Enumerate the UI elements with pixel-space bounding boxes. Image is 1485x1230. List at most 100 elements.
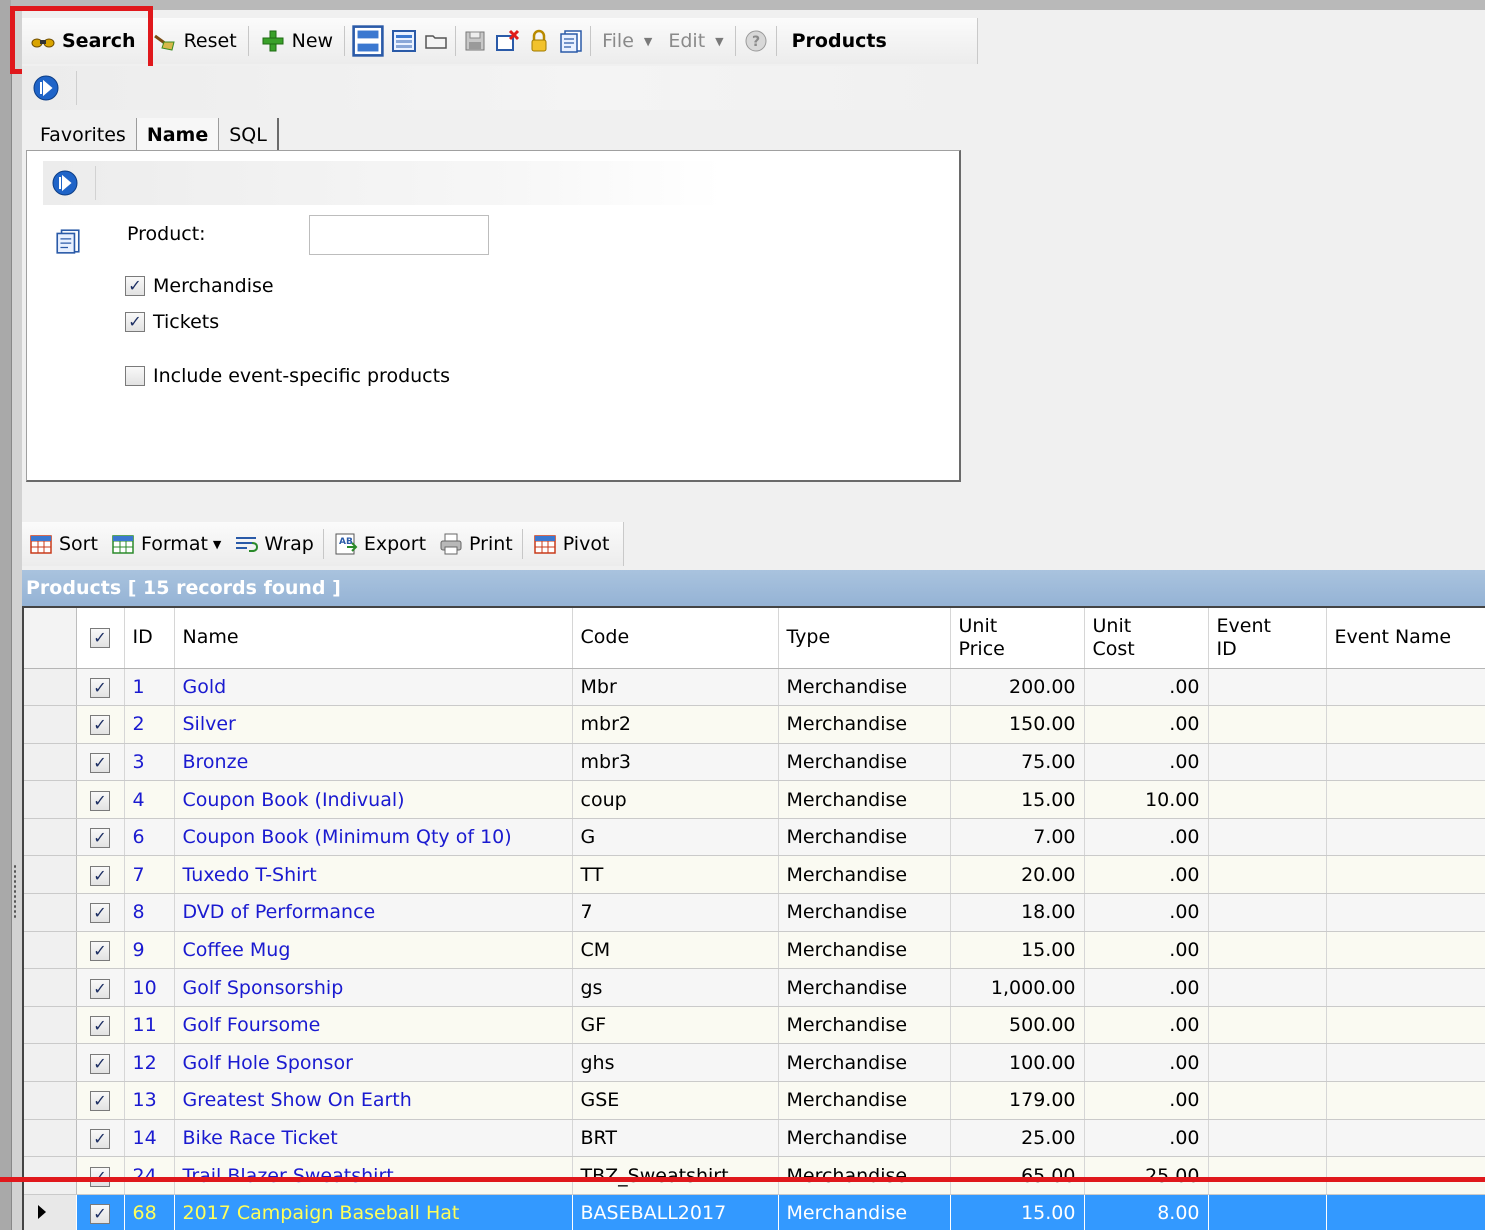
tab-name[interactable]: Name [136, 118, 220, 152]
row-selector[interactable] [24, 743, 77, 782]
row-selector[interactable] [24, 780, 77, 819]
cell-unit-price[interactable]: 75.00 [950, 743, 1085, 782]
product-name-link[interactable]: Golf Sponsorship [183, 977, 344, 999]
cell-event-name[interactable] [1326, 705, 1485, 744]
cell-unit-price[interactable]: 15.00 [950, 1194, 1085, 1230]
row-checkbox-cell[interactable]: ✓ [76, 893, 125, 932]
product-name-link[interactable]: DVD of Performance [183, 901, 376, 923]
new-button[interactable]: New [252, 21, 341, 61]
cell-name[interactable]: Golf Foursome [174, 1006, 573, 1045]
cell-event-id[interactable] [1208, 818, 1327, 857]
table-row[interactable]: ✓ 68 2017 Campaign Baseball Hat BASEBALL201… [24, 1194, 1485, 1230]
cell-event-name[interactable] [1326, 780, 1485, 819]
cell-event-id[interactable] [1208, 931, 1327, 970]
column-header-event-name[interactable]: Event Name [1326, 608, 1485, 669]
wrap-button[interactable]: Wrap [227, 524, 319, 564]
cell-code[interactable]: gs [572, 968, 779, 1007]
product-name-link[interactable]: Tuxedo T-Shirt [183, 864, 317, 886]
cell-name[interactable]: DVD of Performance [174, 893, 573, 932]
cell-event-name[interactable] [1326, 743, 1485, 782]
cell-code[interactable]: Mbr [572, 668, 779, 707]
product-name-link[interactable]: 2017 Campaign Baseball Hat [183, 1202, 460, 1224]
cell-unit-cost[interactable]: .00 [1084, 1006, 1209, 1045]
checkbox-checked[interactable]: ✓ [90, 1091, 110, 1112]
cell-code[interactable]: BRT [572, 1119, 779, 1158]
checkbox-checked[interactable]: ✓ [125, 276, 145, 296]
cell-type[interactable]: Merchandise [778, 705, 951, 744]
cell-name[interactable]: Gold [174, 668, 573, 707]
checkbox-checked[interactable]: ✓ [90, 940, 110, 961]
cell-id[interactable]: 13 [124, 1081, 175, 1120]
cell-name[interactable]: Coffee Mug [174, 931, 573, 970]
checkbox-checked[interactable]: ✓ [125, 312, 145, 332]
navigate-icon[interactable] [32, 74, 60, 102]
cell-type[interactable]: Merchandise [778, 1006, 951, 1045]
checkbox-checked[interactable]: ✓ [90, 1128, 110, 1149]
checkbox-checked[interactable]: ✓ [90, 903, 110, 924]
cell-type[interactable]: Merchandise [778, 1194, 951, 1230]
product-name-link[interactable]: Golf Foursome [183, 1014, 321, 1036]
cell-id[interactable]: 24 [124, 1156, 175, 1195]
cell-event-id[interactable] [1208, 1006, 1327, 1045]
cell-unit-price[interactable]: 150.00 [950, 705, 1085, 744]
cell-type[interactable]: Merchandise [778, 1081, 951, 1120]
cell-id[interactable]: 3 [124, 743, 175, 782]
cell-unit-price[interactable]: 18.00 [950, 893, 1085, 932]
cell-type[interactable]: Merchandise [778, 855, 951, 895]
cell-event-id[interactable] [1208, 705, 1327, 744]
checkbox-checked[interactable]: ✓ [90, 978, 110, 999]
cell-event-id[interactable] [1208, 780, 1327, 819]
cell-unit-price[interactable]: 15.00 [950, 780, 1085, 819]
column-header-event-id[interactable]: Event ID [1208, 608, 1327, 669]
help-button[interactable]: ? [739, 21, 773, 61]
reset-button[interactable]: Reset [144, 21, 245, 61]
table-row[interactable]: ✓ 12 Golf Hole Sponsor ghs Merchandise 100.00… [24, 1043, 1485, 1083]
column-header-unit-price[interactable]: Unit Price [950, 608, 1085, 669]
cell-type[interactable]: Merchandise [778, 743, 951, 782]
cell-code[interactable]: GF [572, 1006, 779, 1045]
cell-code[interactable]: mbr2 [572, 705, 779, 744]
splitter-bar[interactable] [11, 10, 22, 1230]
cell-unit-cost[interactable]: .00 [1084, 1043, 1209, 1083]
cell-name[interactable]: Coupon Book (Indivual) [174, 780, 573, 819]
cell-id[interactable]: 9 [124, 931, 175, 970]
cell-name[interactable]: Greatest Show On Earth [174, 1081, 573, 1120]
table-row[interactable]: ✓ 10 Golf Sponsorship gs Merchandise 1,000.00… [24, 968, 1485, 1007]
cell-name[interactable]: Bronze [174, 743, 573, 782]
cell-unit-cost[interactable]: .00 [1084, 668, 1209, 707]
notes-button[interactable] [555, 21, 587, 61]
cell-unit-cost[interactable]: .00 [1084, 1119, 1209, 1158]
include-event-specific-checkbox[interactable]: Include event-specific products [125, 365, 450, 387]
checkbox-checked[interactable]: ✓ [90, 1053, 110, 1074]
cell-unit-price[interactable]: 15.00 [950, 931, 1085, 970]
checkbox-checked[interactable]: ✓ [90, 790, 110, 811]
cell-event-id[interactable] [1208, 743, 1327, 782]
cell-unit-cost[interactable]: .00 [1084, 968, 1209, 1007]
cell-code[interactable]: CM [572, 931, 779, 970]
cell-name[interactable]: Silver [174, 705, 573, 744]
row-checkbox-cell[interactable]: ✓ [76, 780, 125, 819]
cell-name[interactable]: Bike Race Ticket [174, 1119, 573, 1158]
cell-event-id[interactable] [1208, 1043, 1327, 1083]
row-checkbox-cell[interactable]: ✓ [76, 931, 125, 970]
cell-event-name[interactable] [1326, 1081, 1485, 1120]
table-row[interactable]: ✓ 11 Golf Foursome GF Merchandise 500.00.00 [24, 1006, 1485, 1045]
checkbox-checked[interactable]: ✓ [90, 828, 110, 849]
cell-type[interactable]: Merchandise [778, 1156, 951, 1195]
open-folder-button[interactable] [420, 21, 452, 61]
sort-button[interactable]: Sort [22, 524, 104, 564]
row-selector[interactable] [24, 668, 77, 707]
cell-event-id[interactable] [1208, 1081, 1327, 1120]
cell-type[interactable]: Merchandise [778, 1119, 951, 1158]
table-row[interactable]: ✓ 2 Silver mbr2 Merchandise 150.00.00 [24, 705, 1485, 744]
cell-event-name[interactable] [1326, 968, 1485, 1007]
checkbox-checked[interactable]: ✓ [90, 715, 110, 736]
cell-id[interactable]: 2 [124, 705, 175, 744]
checkbox-checked[interactable]: ✓ [90, 752, 110, 773]
cell-unit-cost[interactable]: .00 [1084, 705, 1209, 744]
product-name-link[interactable]: Silver [183, 713, 236, 735]
row-checkbox-cell[interactable]: ✓ [76, 1194, 125, 1230]
pivot-button[interactable]: Pivot [526, 524, 616, 564]
product-name-link[interactable]: Golf Hole Sponsor [183, 1052, 353, 1074]
checkbox-checked[interactable]: ✓ [90, 677, 110, 698]
